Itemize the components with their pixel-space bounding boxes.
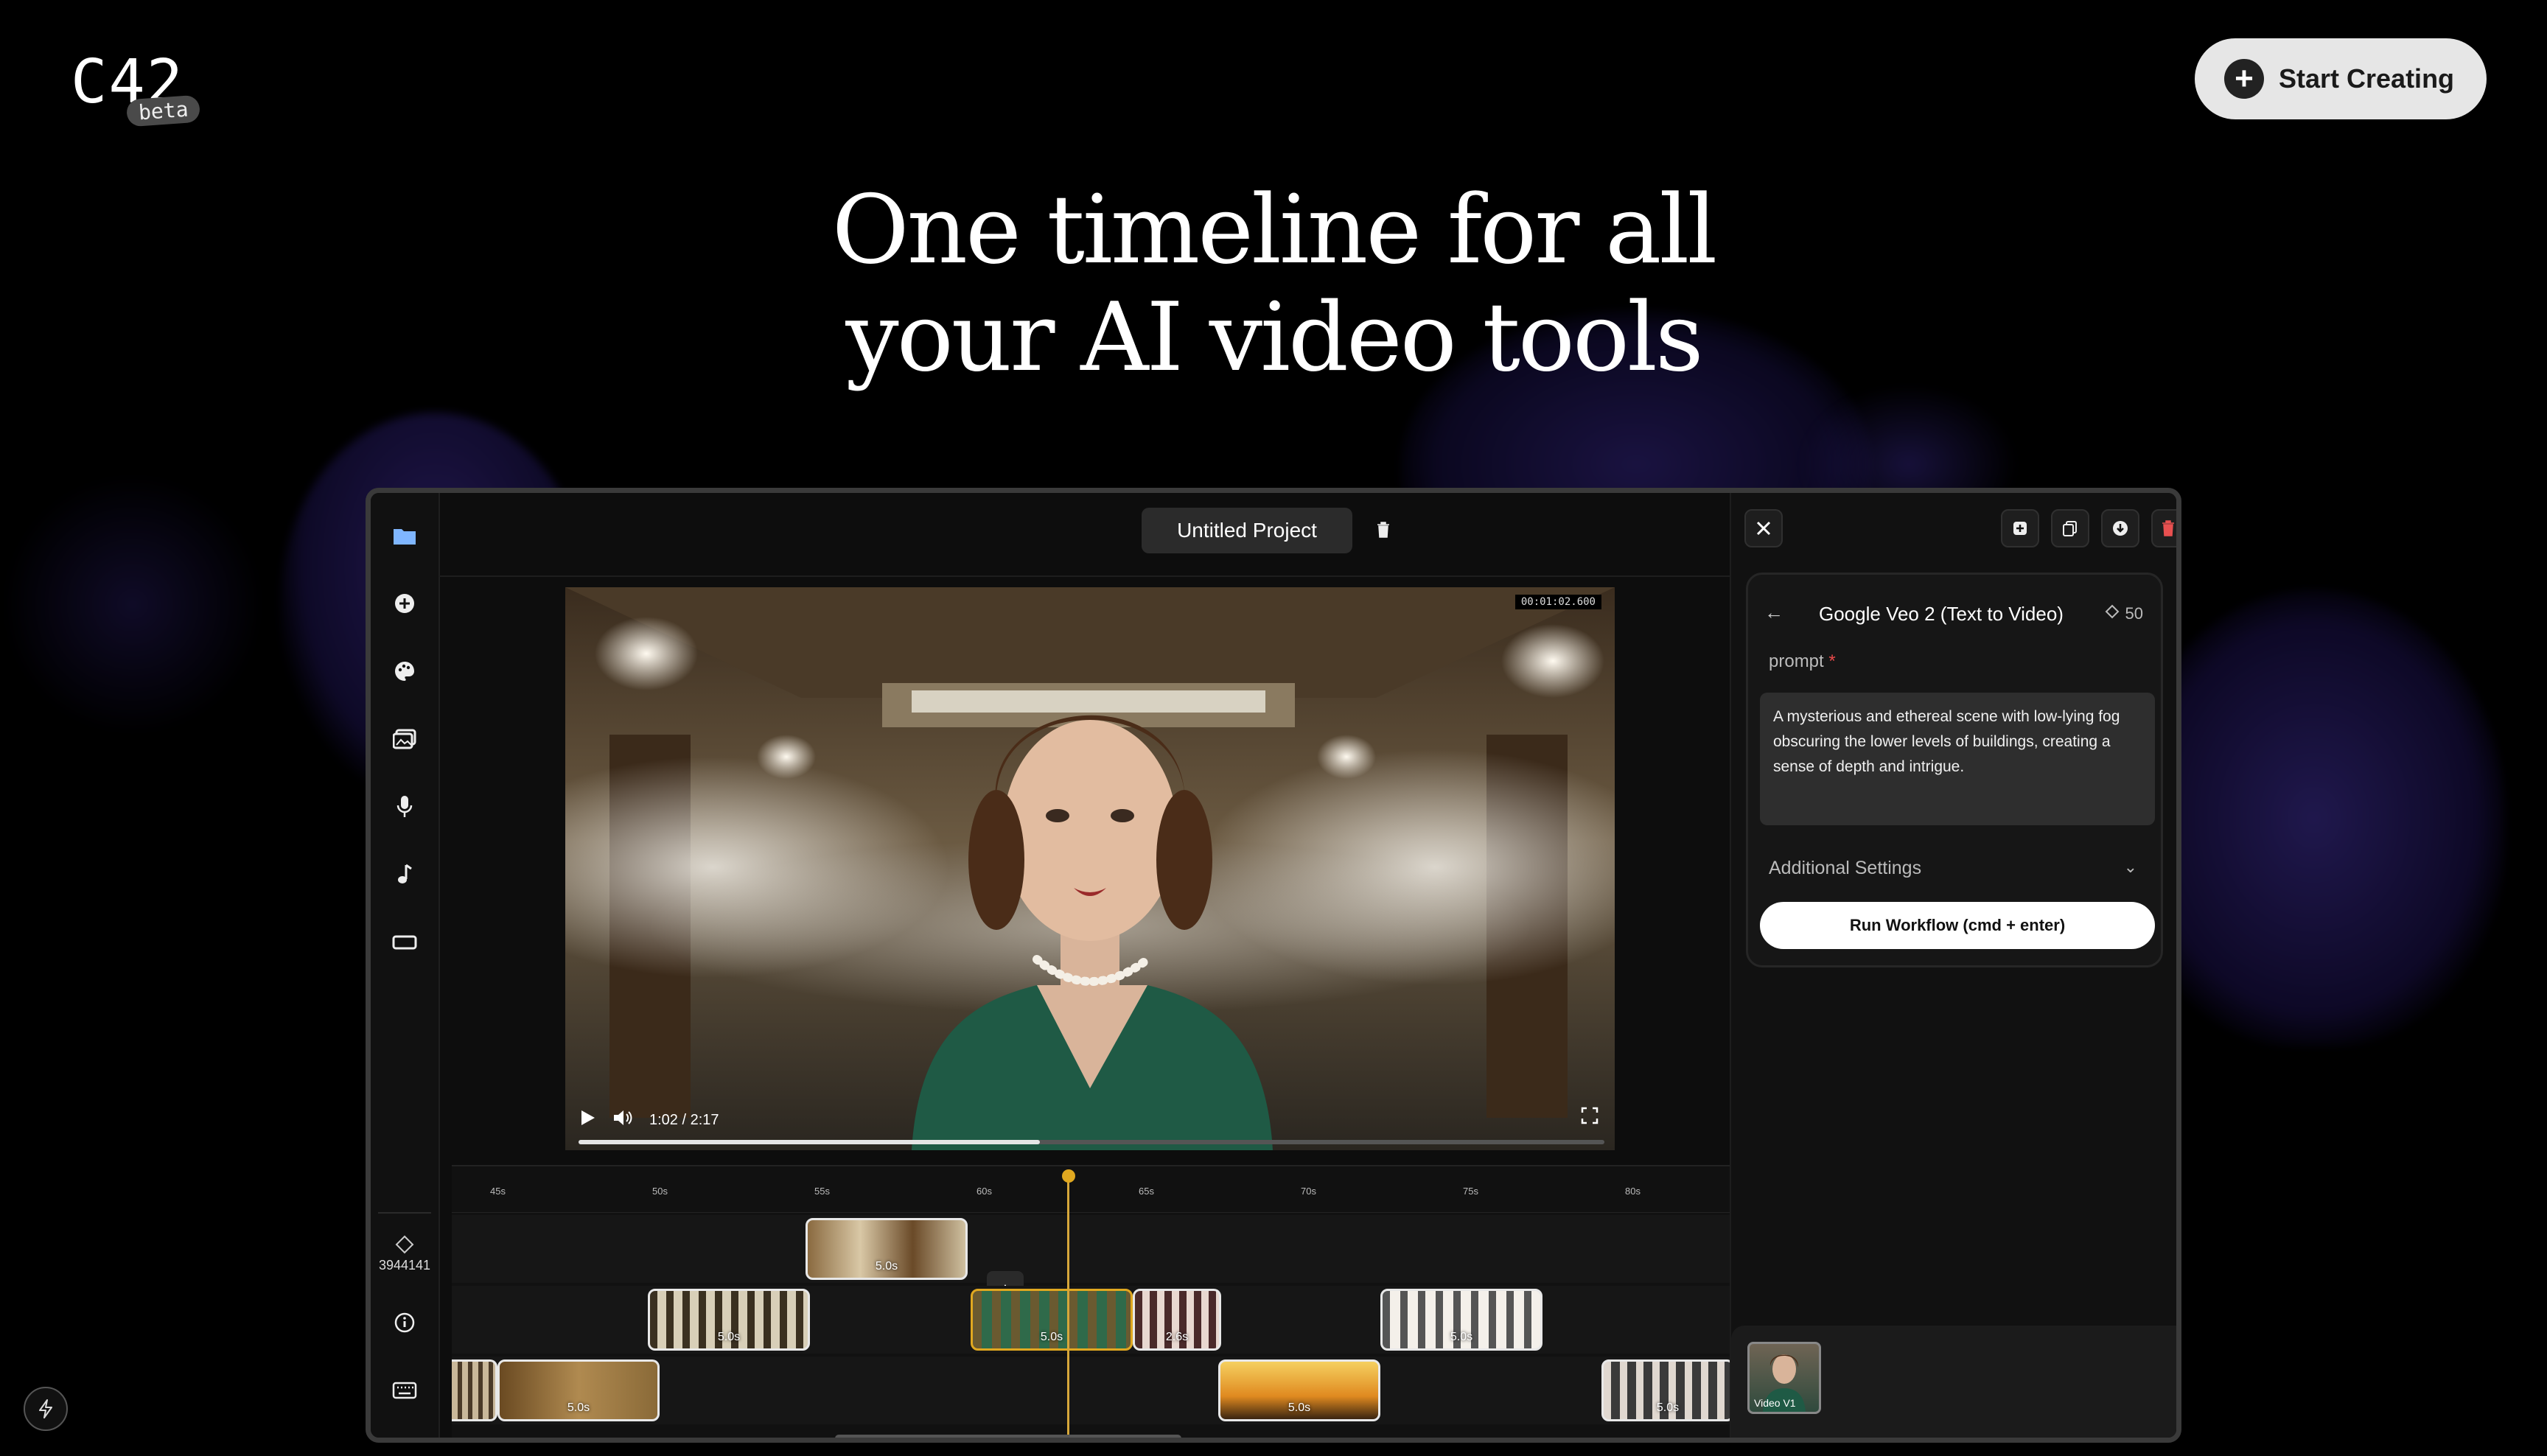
- timeline-track-1: 5.0s +: [452, 1215, 1730, 1308]
- play-icon[interactable]: [580, 1109, 596, 1131]
- hero-line-1: One timeline for all: [831, 175, 1718, 285]
- gallery-icon[interactable]: [388, 723, 421, 755]
- timeline-clip[interactable]: 5.0s: [648, 1289, 810, 1351]
- ruler-tick: 65s: [1139, 1186, 1154, 1197]
- playhead-handle[interactable]: [1062, 1169, 1075, 1183]
- timeline[interactable]: 45s 50s 55s 60s 65s 70s 75s 80s 5.0s + 5…: [452, 1165, 1734, 1438]
- clip-duration: 5.0s: [1450, 1331, 1473, 1343]
- duplicate-icon[interactable]: [2051, 509, 2089, 547]
- credits-diamond-icon: [388, 1228, 421, 1261]
- ruler-tick: 45s: [490, 1186, 506, 1197]
- keyboard-icon[interactable]: [388, 1374, 421, 1407]
- close-icon[interactable]: [1744, 509, 1783, 547]
- editor-window: 3944141 Untitled Project 00:01:02.600 1:…: [366, 488, 2181, 1443]
- video-player[interactable]: 00:01:02.600 1:02 / 2:17: [565, 587, 1615, 1150]
- add-square-icon[interactable]: [2001, 509, 2039, 547]
- ruler-tick: 50s: [652, 1186, 668, 1197]
- trash-icon[interactable]: [1369, 515, 1398, 545]
- video-progress-bar[interactable]: [579, 1140, 1604, 1144]
- thumbnail-label: Video V1: [1754, 1397, 1796, 1409]
- timeline-clip[interactable]: 5.0s: [1218, 1359, 1380, 1421]
- download-icon[interactable]: [2101, 509, 2139, 547]
- beta-badge: beta: [125, 94, 201, 127]
- diamond-icon: [2105, 604, 2120, 623]
- clip-duration: 5.0s: [1288, 1401, 1311, 1414]
- rail-divider: [378, 1212, 431, 1214]
- timeline-ruler: 45s 50s 55s 60s 65s 70s 75s 80s: [452, 1166, 1730, 1213]
- timeline-clip[interactable]: [452, 1359, 497, 1421]
- hero-line-2: your AI video tools: [845, 283, 1703, 393]
- ruler-tick: 70s: [1301, 1186, 1316, 1197]
- palette-icon[interactable]: [388, 655, 421, 687]
- prompt-input[interactable]: A mysterious and ethereal scene with low…: [1760, 693, 2155, 825]
- timeline-clip[interactable]: 5.0s: [1601, 1359, 1734, 1421]
- clip-duration: 2.6s: [1165, 1331, 1189, 1343]
- hero-headline: One timeline for all your AI video tools: [0, 177, 2547, 392]
- timeline-track-3: 5.0s 5.0s 5.0s: [452, 1357, 1734, 1424]
- tool-rail: 3944141: [371, 493, 440, 1438]
- additional-settings-toggle[interactable]: Additional Settings: [1769, 858, 1921, 879]
- model-title: Google Veo 2 (Text to Video): [1819, 603, 2064, 625]
- clip-duration: 5.0s: [717, 1331, 741, 1343]
- timeline-clip[interactable]: 5.0s: [971, 1289, 1133, 1351]
- folder-icon[interactable]: [388, 519, 421, 552]
- background-petal: [0, 472, 265, 737]
- clip-duration: 5.0s: [1656, 1401, 1680, 1414]
- back-arrow-icon[interactable]: ←: [1764, 601, 1783, 624]
- start-creating-label: Start Creating: [2279, 63, 2455, 94]
- credits-count: 3944141: [378, 1258, 431, 1273]
- timeline-scrollbar[interactable]: [835, 1435, 1181, 1438]
- video-frame-image: [565, 587, 1615, 1150]
- generation-panel: ← Google Veo 2 (Text to Video) 50 prompt…: [1730, 493, 2176, 1438]
- video-timecode: 00:01:02.600: [1514, 595, 1601, 609]
- lightning-bolt-icon[interactable]: [24, 1387, 68, 1431]
- timeline-clip[interactable]: 5.0s: [497, 1359, 660, 1421]
- fullscreen-icon[interactable]: [1581, 1107, 1599, 1128]
- plus-icon: +: [2224, 59, 2264, 99]
- clip-duration: 5.0s: [567, 1401, 590, 1414]
- chevron-down-icon[interactable]: ⌄: [2124, 858, 2137, 877]
- add-circle-icon[interactable]: [388, 587, 421, 620]
- start-creating-button[interactable]: + Start Creating: [2195, 38, 2487, 119]
- playhead[interactable]: [1067, 1175, 1069, 1438]
- cost-value: 50: [2125, 604, 2143, 623]
- editor-topbar: Untitled Project: [439, 493, 1730, 577]
- volume-icon[interactable]: [612, 1109, 633, 1131]
- timeline-clip[interactable]: 5.0s: [1380, 1289, 1542, 1351]
- aspect-ratio-icon[interactable]: [388, 926, 421, 959]
- clip-duration: 5.0s: [875, 1260, 898, 1273]
- project-title[interactable]: Untitled Project: [1142, 508, 1352, 553]
- clip-duration: 5.0s: [1040, 1331, 1063, 1343]
- credit-cost: 50: [2105, 604, 2143, 623]
- timeline-clip[interactable]: 5.0s: [806, 1218, 968, 1280]
- required-marker: *: [1828, 651, 1836, 671]
- timeline-clip[interactable]: 2.6s: [1133, 1289, 1221, 1351]
- ruler-tick: 60s: [976, 1186, 992, 1197]
- output-tray: Video V1: [1731, 1326, 2176, 1438]
- info-icon[interactable]: [388, 1306, 421, 1339]
- video-time: 1:02 / 2:17: [649, 1111, 719, 1128]
- ruler-tick: 75s: [1463, 1186, 1478, 1197]
- music-note-icon[interactable]: [388, 858, 421, 891]
- run-workflow-button[interactable]: Run Workflow (cmd + enter): [1760, 902, 2155, 949]
- video-progress-fill: [579, 1140, 1041, 1144]
- prompt-label-text: prompt: [1769, 651, 1824, 671]
- workflow-card: ← Google Veo 2 (Text to Video) 50 prompt…: [1746, 573, 2163, 967]
- ruler-tick: 55s: [814, 1186, 830, 1197]
- microphone-icon[interactable]: [388, 791, 421, 823]
- timeline-track-2: 5.0s 5.0s 2.6s 5.0s: [452, 1286, 1730, 1354]
- delete-icon[interactable]: [2151, 509, 2176, 547]
- video-controls: 1:02 / 2:17: [580, 1109, 719, 1131]
- output-thumbnail[interactable]: Video V1: [1747, 1342, 1821, 1414]
- ruler-tick: 80s: [1625, 1186, 1641, 1197]
- prompt-label: prompt *: [1769, 651, 1836, 672]
